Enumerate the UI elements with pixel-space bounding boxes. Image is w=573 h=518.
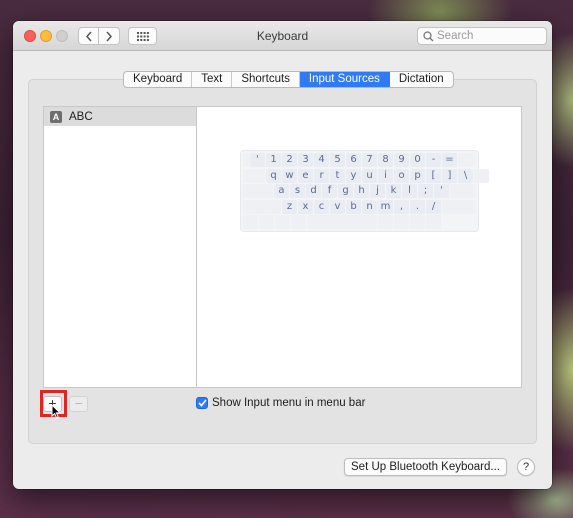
input-sources-list[interactable]: A ABC	[43, 106, 197, 388]
keyboard-key: u	[362, 168, 377, 183]
keyboard-row: z x c v b n m,. /	[243, 199, 476, 215]
input-source-badge: A	[50, 110, 62, 123]
keyboard-row: ' 1 2 3 4 5 6 7 8 9 0- =	[243, 153, 476, 168]
keyboard-key: \	[458, 168, 473, 183]
keyboard-key: z	[282, 199, 297, 214]
keyboard-key: a	[274, 184, 289, 198]
keyboard-key: ;	[418, 184, 433, 198]
set-up-bluetooth-keyboard-button[interactable]: Set Up Bluetooth Keyboard...	[344, 458, 507, 476]
keyboard-key: [	[426, 168, 441, 183]
keyboard-key: -	[426, 153, 441, 167]
keyboard-key: /	[426, 199, 441, 214]
search-icon	[423, 30, 434, 41]
keyboard-key: j	[370, 184, 385, 198]
keyboard-key: d	[306, 184, 321, 198]
keyboard-key-blank	[474, 168, 489, 183]
keyboard-key: '	[434, 184, 449, 198]
keyboard-key-blank	[243, 184, 273, 198]
keyboard-key-blank	[378, 215, 393, 229]
checkmark-icon	[197, 399, 207, 407]
keyboard-key-blank	[394, 215, 409, 229]
keyboard-key: 2	[282, 153, 297, 167]
keyboard-key: 3	[298, 153, 313, 167]
keyboard-layout-preview: ' 1 2 3 4 5 6 7 8 9 0- = q w e r t y u i o p[] \ a s d f g h j k l; ' z x c…	[241, 151, 489, 231]
keyboard-key-blank	[450, 184, 475, 198]
keyboard-key-blank	[458, 153, 475, 167]
show-input-menu-label: Show Input menu in menu bar	[212, 397, 366, 409]
keyboard-key: o	[394, 168, 409, 183]
tab-bar: Keyboard Text Shortcuts Input Sources Di…	[123, 71, 454, 88]
keyboard-key-blank	[243, 199, 281, 214]
keyboard-key: 5	[330, 153, 345, 167]
keyboard-key: x	[298, 199, 313, 214]
keyboard-key: t	[330, 168, 345, 183]
keyboard-key: f	[322, 184, 337, 198]
help-button[interactable]: ?	[517, 458, 535, 476]
keyboard-key: g	[338, 184, 353, 198]
keyboard-row	[243, 215, 476, 230]
keyboard-key: w	[282, 168, 297, 183]
tab-shortcuts[interactable]: Shortcuts	[232, 72, 300, 87]
keyboard-key: b	[346, 199, 361, 214]
keyboard-key-blank	[410, 215, 425, 229]
search-field[interactable]	[417, 27, 547, 45]
tab-keyboard[interactable]: Keyboard	[124, 72, 193, 87]
keyboard-key: 4	[314, 153, 329, 167]
keyboard-key-blank	[307, 215, 377, 229]
keyboard-key: m	[378, 199, 393, 214]
show-input-menu-option[interactable]: Show Input menu in menu bar	[196, 397, 365, 409]
keyboard-key: y	[346, 168, 361, 183]
keyboard-key: n	[362, 199, 377, 214]
keyboard-key-blank	[243, 168, 265, 183]
keyboard-key: v	[330, 199, 345, 214]
keyboard-preview-pane: ' 1 2 3 4 5 6 7 8 9 0- = q w e r t y u i o p[] \ a s d f g h j k l; ' z x c…	[196, 106, 522, 388]
keyboard-row: a s d f g h j k l; '	[243, 184, 476, 199]
keyboard-key: p	[410, 168, 425, 183]
tab-input-sources[interactable]: Input Sources	[299, 72, 390, 87]
keyboard-key: l	[402, 184, 417, 198]
keyboard-key: e	[298, 168, 313, 183]
keyboard-key: '	[250, 153, 265, 167]
keyboard-key: ]	[442, 168, 457, 183]
keyboard-key: 6	[346, 153, 361, 167]
keyboard-key-blank	[243, 215, 258, 229]
keyboard-key: i	[378, 168, 393, 183]
keyboard-key: h	[354, 184, 369, 198]
keyboard-key: r	[314, 168, 329, 183]
keyboard-key: =	[442, 153, 457, 167]
mouse-pointer-icon	[51, 404, 61, 419]
keyboard-key-blank	[291, 215, 306, 229]
keyboard-key: 1	[266, 153, 281, 167]
tab-text[interactable]: Text	[192, 72, 233, 87]
keyboard-key: 8	[378, 153, 393, 167]
keyboard-key-blank	[426, 215, 441, 229]
remove-input-source-button[interactable]: −	[69, 396, 88, 412]
keyboard-key: s	[290, 184, 305, 198]
tab-dictation[interactable]: Dictation	[390, 72, 453, 87]
keyboard-key: q	[266, 168, 281, 183]
keyboard-row: q w e r t y u i o p[] \	[243, 168, 489, 184]
input-source-name: ABC	[69, 110, 93, 123]
keyboard-key-blank	[259, 215, 274, 229]
keyboard-key: k	[386, 184, 401, 198]
search-input[interactable]	[437, 30, 537, 42]
show-input-menu-checkbox[interactable]	[196, 397, 208, 409]
keyboard-key: 0	[410, 153, 425, 167]
keyboard-key-blank	[275, 215, 290, 229]
keyboard-preferences-window: Keyboard Keyboard Text Shortcuts Input S…	[13, 21, 552, 489]
keyboard-key-blank	[442, 199, 475, 214]
keyboard-key: c	[314, 199, 329, 214]
keyboard-key: .	[410, 199, 425, 214]
title-bar: Keyboard	[13, 21, 552, 51]
list-item[interactable]: A ABC	[44, 107, 197, 126]
keyboard-key: 7	[362, 153, 377, 167]
keyboard-key: 9	[394, 153, 409, 167]
keyboard-key-blank	[243, 153, 249, 167]
keyboard-key: ,	[394, 199, 409, 214]
